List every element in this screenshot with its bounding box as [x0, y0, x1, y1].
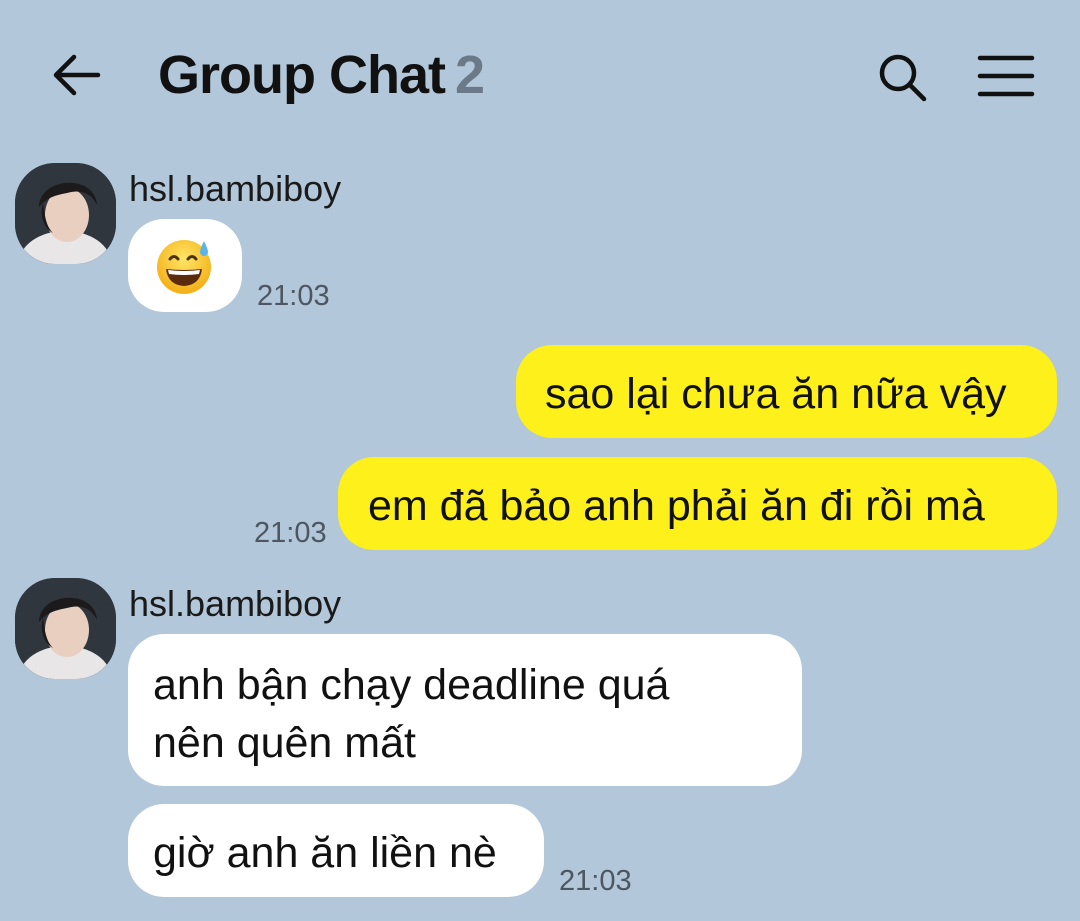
- back-button[interactable]: [48, 50, 104, 100]
- message-bubble-outgoing[interactable]: em đã bảo anh phải ăn đi rồi mà: [338, 457, 1057, 550]
- message-text: sao lại chưa ăn nữa vậy: [545, 370, 1007, 418]
- emoji-bubble[interactable]: [128, 219, 242, 312]
- message-time: 21:03: [559, 865, 632, 897]
- message-text-line: anh bận chạy deadline quá: [153, 661, 670, 709]
- member-count: 2: [454, 45, 485, 105]
- message-bubble-outgoing[interactable]: sao lại chưa ăn nữa vậy: [516, 345, 1057, 438]
- avatar[interactable]: [15, 578, 116, 679]
- menu-icon: [977, 55, 1035, 97]
- message-time: 21:03: [254, 517, 327, 549]
- message-text-line: nên quên mất: [153, 719, 416, 767]
- message-bubble-incoming[interactable]: giờ anh ăn liền nè: [128, 804, 544, 897]
- search-button[interactable]: [874, 50, 930, 106]
- grinning-sweat-emoji-icon: [157, 240, 211, 294]
- message-text: em đã bảo anh phải ăn đi rồi mà: [368, 482, 985, 530]
- arrow-left-icon: [53, 54, 101, 96]
- chat-title: Group Chat 2: [158, 44, 485, 106]
- sender-name: hsl.bambiboy: [129, 583, 342, 624]
- chat-header: Group Chat 2: [0, 0, 1080, 150]
- avatar[interactable]: [15, 163, 116, 264]
- search-icon: [879, 54, 927, 102]
- sender-name: hsl.bambiboy: [129, 168, 342, 209]
- avatar-photo: [15, 163, 116, 264]
- chat-title-text: Group Chat: [158, 45, 446, 105]
- menu-button[interactable]: [976, 52, 1036, 100]
- message-text: giờ anh ăn liền nè: [153, 829, 497, 877]
- message-bubble-incoming[interactable]: anh bận chạy deadline quá nên quên mất: [128, 634, 802, 786]
- message-time: 21:03: [257, 280, 330, 312]
- avatar-photo: [15, 578, 116, 679]
